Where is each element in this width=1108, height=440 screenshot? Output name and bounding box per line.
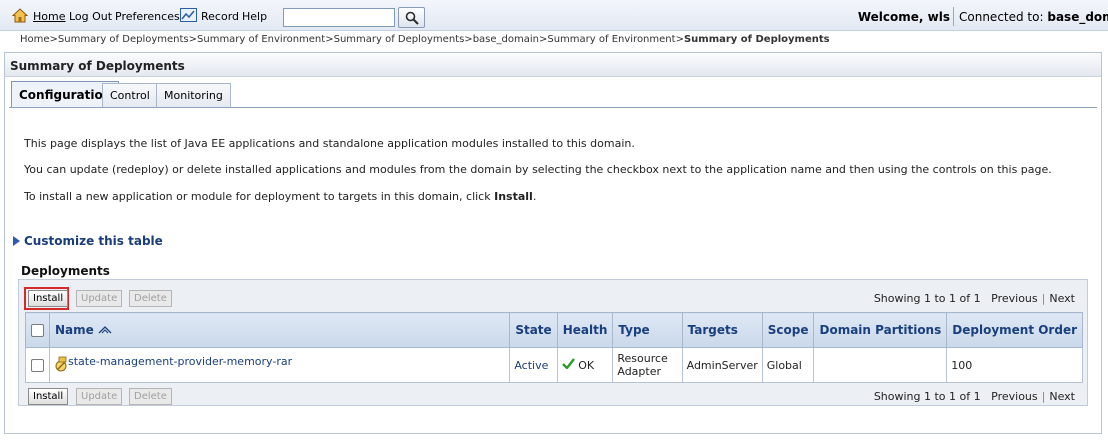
update-button-bottom[interactable]: Update [76,388,123,405]
search-input[interactable] [283,8,395,27]
check-icon [561,358,575,372]
breadcrumb-item[interactable]: Summary of Environment [547,34,675,45]
top-toolbar: Home Log Out Preferences Record Help Wel… [0,0,1108,31]
health-status: OK [578,359,595,372]
column-header-name[interactable]: Name [48,312,511,348]
deployment-name-link[interactable]: state-management-provider-memory-rar [68,355,292,368]
select-all-header [25,312,50,348]
deployments-table-frame: Install Update Delete Showing 1 to 1 of … [18,279,1088,406]
expand-triangle-icon [13,236,20,246]
home-link[interactable]: Home [33,10,65,23]
toolbar-divider [953,7,954,26]
state-link[interactable]: Active [514,359,548,372]
breadcrumb-current: Summary of Deployments [683,34,830,45]
record-link[interactable]: Record [201,10,239,23]
sort-icon [98,323,112,337]
scope-cell: Global [761,347,815,383]
intro-line-3: To install a new application or module f… [24,190,537,203]
intro-line-2: You can update (redeploy) or delete inst… [24,163,1052,176]
domain-name: base_domain [1047,10,1108,24]
update-button[interactable]: Update [76,290,123,307]
search-button[interactable] [398,7,425,28]
pager-top: Showing 1 to 1 of 1 Previous | Next [873,292,1075,305]
column-header-health[interactable]: Health [556,312,614,348]
paging-status: Showing 1 to 1 of 1 [873,292,981,305]
previous-link[interactable]: Previous [991,292,1038,305]
install-button[interactable]: Install [28,290,69,307]
previous-link-bottom[interactable]: Previous [991,390,1038,403]
column-header-deployment-order[interactable]: Deployment Order [946,312,1083,348]
breadcrumb-item[interactable]: Summary of Deployments [58,34,189,45]
connected-label: Connected to: [959,10,1044,24]
name-cell: state-management-provider-memory-rar [48,347,511,383]
intro-line-1: This page displays the list of Java EE a… [24,137,635,150]
logout-link[interactable]: Log Out [69,10,112,23]
state-cell: Active [509,347,558,383]
row-select-cell [25,347,50,383]
tab-divider [9,107,1097,108]
home-icon[interactable] [11,8,29,26]
next-link[interactable]: Next [1049,292,1075,305]
select-all-checkbox[interactable] [31,324,44,337]
column-header-state[interactable]: State [509,312,558,348]
order-cell: 100 [946,347,1083,383]
column-header-type[interactable]: Type [612,312,683,348]
delete-button[interactable]: Delete [129,290,172,307]
next-link-bottom[interactable]: Next [1049,390,1075,403]
breadcrumb-item[interactable]: Summary of Deployments [334,34,465,45]
breadcrumb-item[interactable]: base_domain [473,34,539,45]
help-link[interactable]: Help [242,10,267,23]
column-header-targets[interactable]: Targets [681,312,763,348]
health-cell: OK [556,347,614,383]
type-cell: Resource Adapter [612,347,683,383]
welcome-text: Welcome, wls [857,10,950,24]
connected-status: Connected to: base_domain [959,10,1108,24]
breadcrumb-item[interactable]: Home [20,34,50,45]
deployments-table: Name State Health Type Targets Scope Dom… [25,312,1083,383]
pager-bottom: Showing 1 to 1 of 1 Previous | Next [873,390,1075,403]
deployment-icon [54,356,68,375]
tab-monitoring[interactable]: Monitoring [156,83,231,107]
panel-title: Summary of Deployments [10,59,185,73]
column-header-scope[interactable]: Scope [761,312,815,348]
breadcrumb-item[interactable]: Summary of Environment [197,34,325,45]
column-header-domain-partitions[interactable]: Domain Partitions [813,312,948,348]
install-button-bottom[interactable]: Install [28,388,69,405]
panel-header: Summary of Deployments [5,53,1101,77]
preferences-link[interactable]: Preferences [115,10,180,23]
delete-button-bottom[interactable]: Delete [129,388,172,405]
summary-panel: Summary of Deployments Configuration Con… [4,52,1102,434]
row-checkbox[interactable] [31,358,44,372]
deployments-title: Deployments [21,264,110,278]
breadcrumb: Home>Summary of Deployments>Summary of E… [20,34,830,45]
paging-status-bottom: Showing 1 to 1 of 1 [873,390,981,403]
search-icon [405,11,419,28]
table-header-row: Name State Health Type Targets Scope Dom… [25,312,1083,348]
table-row: state-management-provider-memory-rar Act… [25,347,1083,383]
install-emphasis: Install [494,190,533,203]
customize-table-link[interactable]: Customize this table [13,234,163,248]
partitions-cell [813,347,948,383]
tab-control[interactable]: Control [102,83,158,107]
targets-cell: AdminServer [681,347,763,383]
record-icon[interactable] [180,8,197,25]
